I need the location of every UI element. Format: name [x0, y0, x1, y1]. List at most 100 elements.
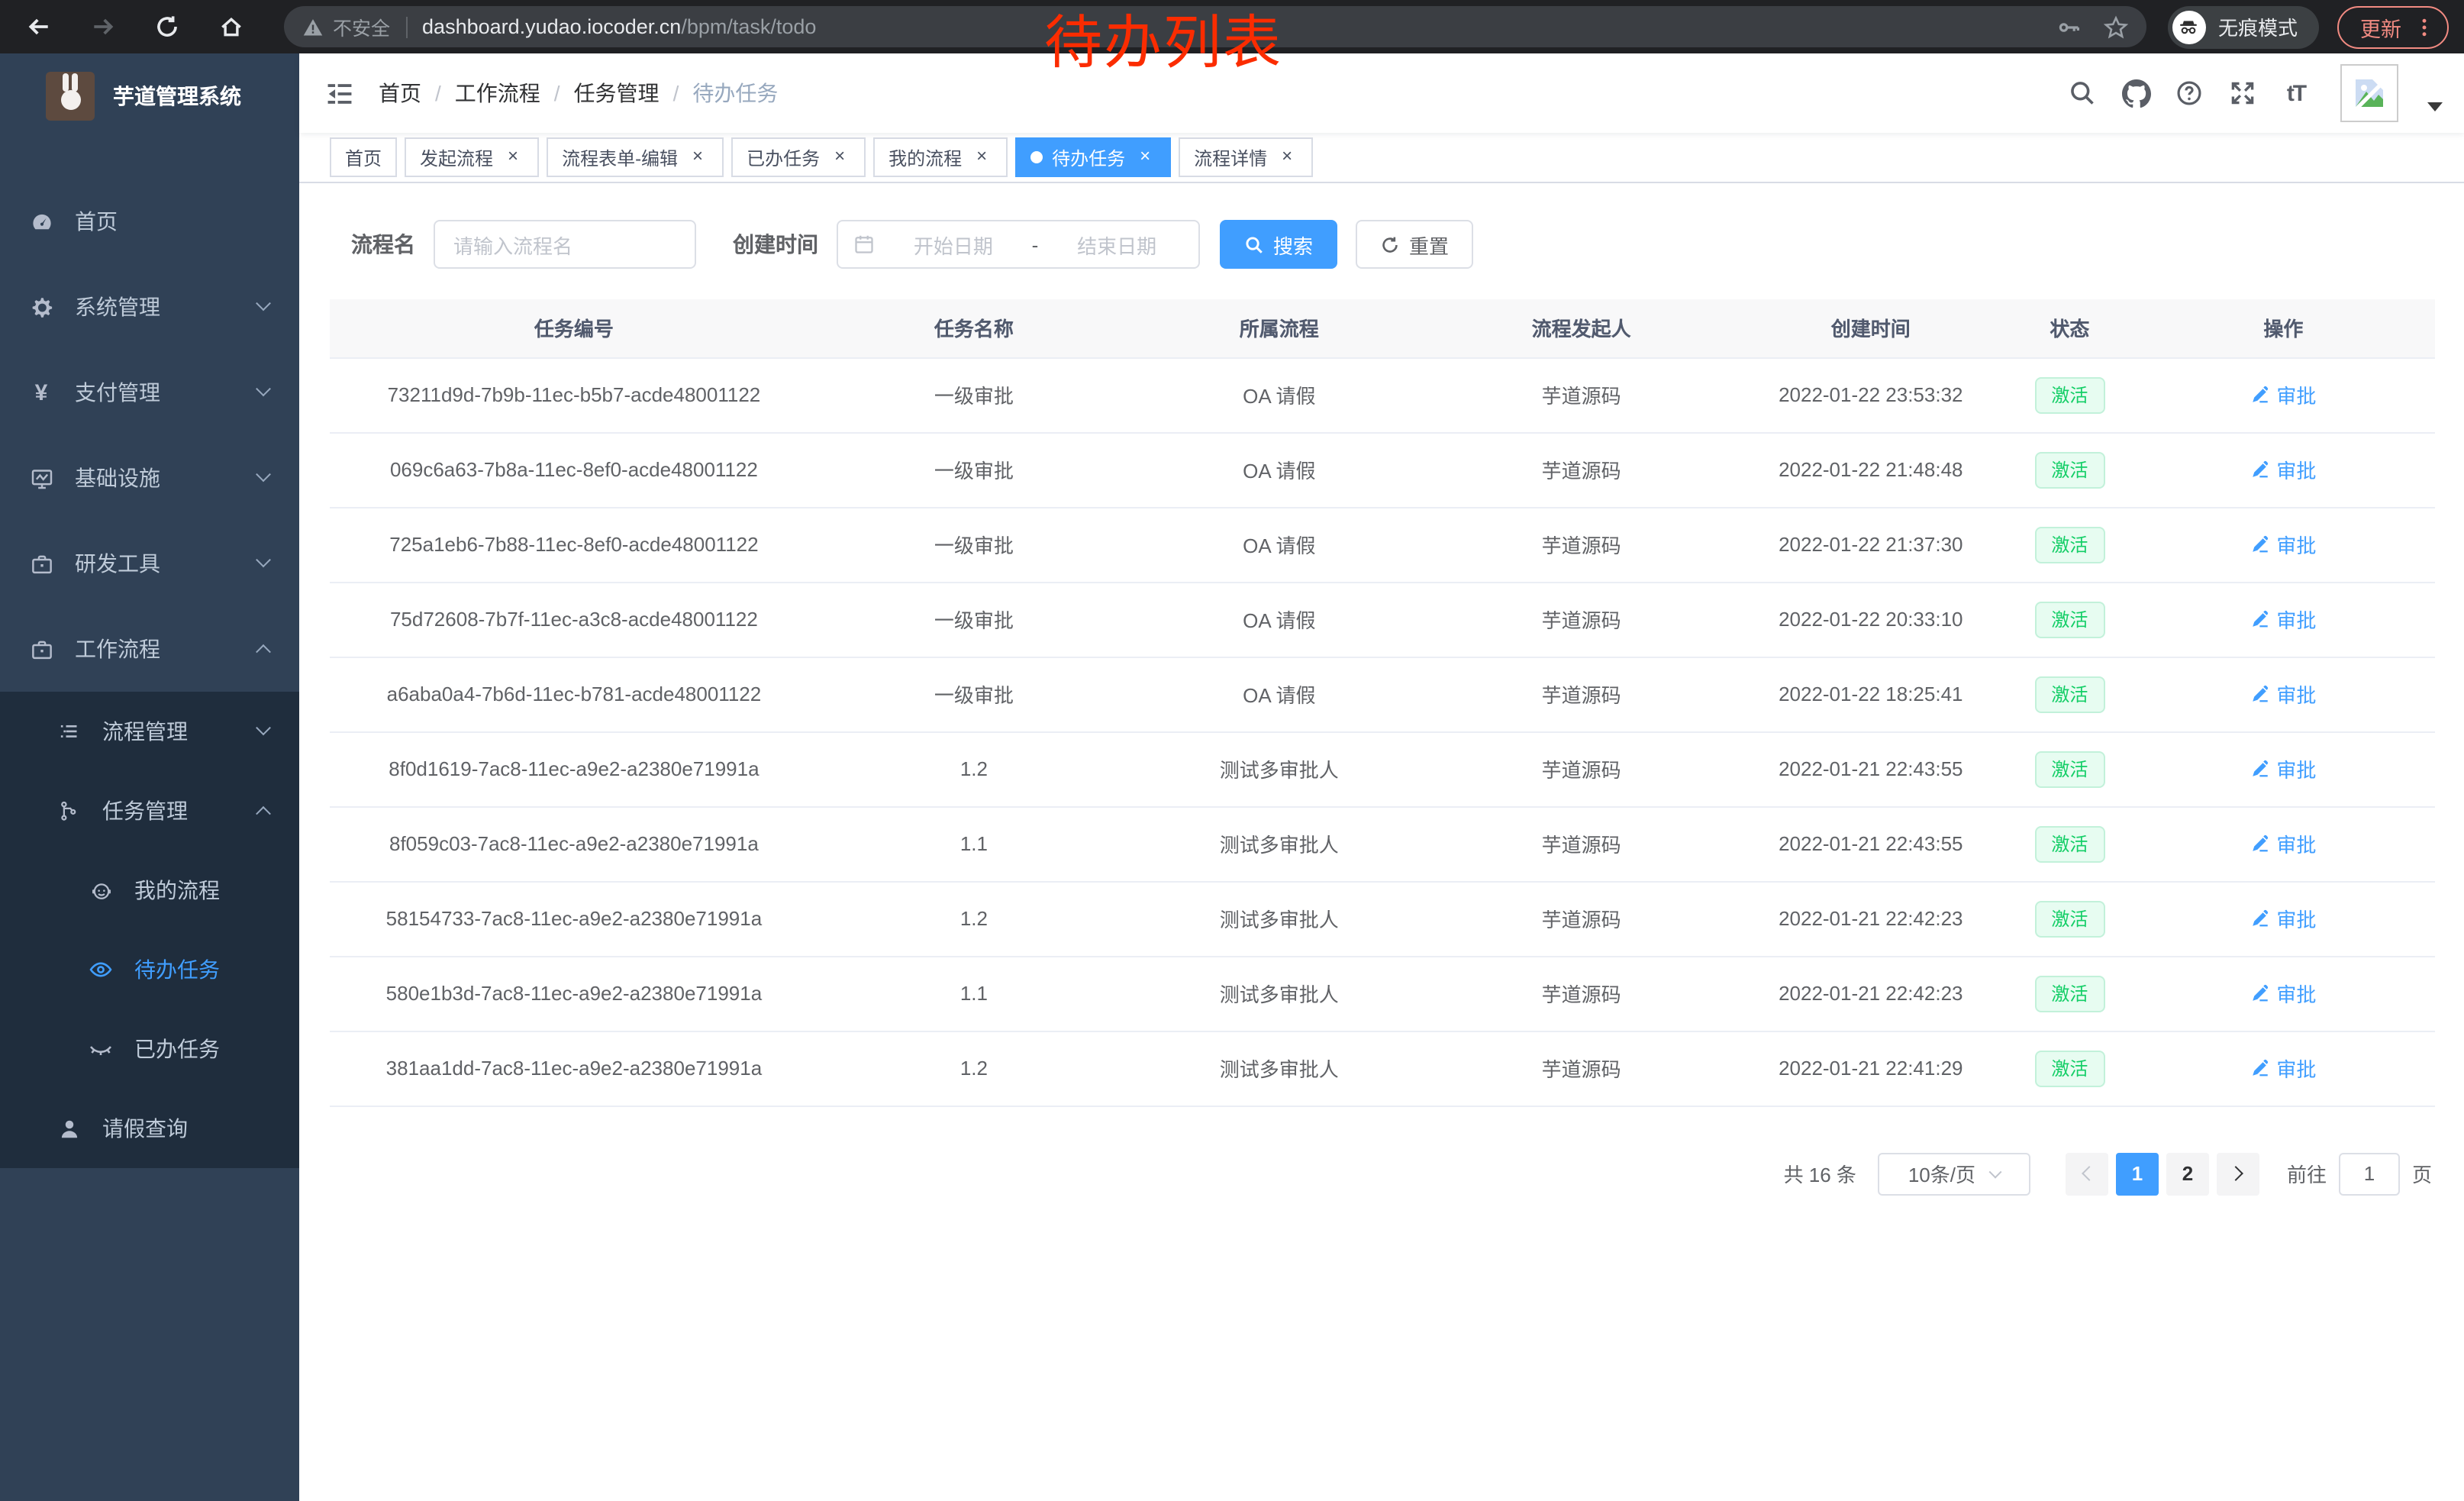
page-2-button[interactable]: 2	[2166, 1152, 2209, 1195]
active-tab-dot	[1030, 151, 1043, 163]
kebab-menu-icon[interactable]	[2414, 16, 2435, 37]
edit-pen-icon	[2250, 609, 2270, 629]
task-name-cell: 一级审批	[818, 507, 1130, 582]
sidebar-item-task-management[interactable]: 任务管理	[0, 771, 299, 851]
approve-button[interactable]: 审批	[2250, 530, 2316, 559]
sidebar-item-infrastructure[interactable]: 基础设施	[0, 435, 299, 521]
browser-update-button[interactable]: 更新	[2337, 5, 2449, 48]
tab-done-tasks[interactable]: 已办任务×	[731, 137, 866, 177]
close-icon[interactable]: ×	[829, 147, 850, 168]
breadcrumb-workflow[interactable]: 工作流程	[455, 78, 540, 108]
help-icon[interactable]	[2174, 78, 2204, 108]
edit-pen-icon	[2250, 759, 2270, 779]
sidebar-item-todo-tasks[interactable]: 待办任务	[0, 930, 299, 1009]
approve-button[interactable]: 审批	[2250, 1054, 2316, 1083]
toolbox-icon	[29, 551, 53, 576]
status-badge: 激活	[2034, 676, 2104, 712]
eye-open-icon	[89, 957, 113, 982]
bookmark-star-icon[interactable]	[2104, 15, 2128, 39]
approve-button[interactable]: 审批	[2250, 455, 2316, 484]
content-area: 流程名 请输入流程名 创建时间 开始日期 - 结束日期 搜索	[299, 183, 2464, 1501]
sidebar-item-home[interactable]: 首页	[0, 179, 299, 264]
tab-start-process[interactable]: 发起流程×	[405, 137, 539, 177]
close-icon[interactable]: ×	[1276, 147, 1298, 168]
task-id-cell: 8f059c03-7ac8-11ec-a9e2-a2380e71991a	[330, 806, 818, 881]
approve-button[interactable]: 审批	[2250, 754, 2316, 783]
sidebar-item-done-tasks[interactable]: 已办任务	[0, 1009, 299, 1089]
approve-button[interactable]: 审批	[2250, 904, 2316, 933]
fullscreen-icon[interactable]	[2227, 78, 2258, 108]
tab-todo-tasks[interactable]: 待办任务×	[1015, 137, 1171, 177]
approve-button[interactable]: 审批	[2250, 605, 2316, 634]
task-starter-cell: 芋道源码	[1429, 432, 1734, 507]
font-size-icon[interactable]: tT	[2281, 78, 2311, 108]
briefcase-icon	[29, 637, 53, 661]
approve-button[interactable]: 审批	[2250, 679, 2316, 709]
task-name-cell: 一级审批	[818, 582, 1130, 657]
divider	[405, 16, 407, 37]
edit-pen-icon	[2250, 1058, 2270, 1078]
update-label: 更新	[2360, 11, 2401, 42]
caret-down-icon[interactable]	[2427, 102, 2443, 111]
approve-button[interactable]: 审批	[2250, 979, 2316, 1008]
github-icon[interactable]	[2121, 78, 2151, 108]
reset-button[interactable]: 重置	[1356, 220, 1473, 269]
page-1-button[interactable]: 1	[2116, 1152, 2159, 1195]
edit-pen-icon	[2250, 834, 2270, 854]
prev-page-button[interactable]	[2066, 1152, 2108, 1195]
goto-page-input[interactable]: 1	[2339, 1152, 2400, 1195]
app-logo[interactable]: 芋道管理系统	[0, 53, 299, 139]
status-badge: 激活	[2034, 1050, 2104, 1086]
page-size-select[interactable]: 10条/页	[1878, 1152, 2030, 1195]
close-icon[interactable]: ×	[502, 147, 524, 168]
browser-back-button[interactable]	[15, 4, 61, 50]
task-process-cell: OA 请假	[1130, 507, 1429, 582]
breadcrumb-task-management[interactable]: 任务管理	[574, 78, 660, 108]
browser-forward-button[interactable]	[79, 4, 125, 50]
search-button[interactable]: 搜索	[1220, 220, 1337, 269]
dashboard-icon	[29, 209, 53, 234]
next-page-button[interactable]	[2217, 1152, 2259, 1195]
chevron-up-icon	[256, 644, 271, 659]
sidebar-item-system[interactable]: 系统管理	[0, 264, 299, 350]
tab-process-form-edit[interactable]: 流程表单-编辑×	[547, 137, 724, 177]
close-icon[interactable]: ×	[1134, 147, 1156, 168]
task-process-cell: 测试多审批人	[1130, 881, 1429, 956]
sidebar-item-process-management[interactable]: 流程管理	[0, 692, 299, 771]
sidebar-item-devtools[interactable]: 研发工具	[0, 521, 299, 606]
process-name-input[interactable]: 请输入流程名	[434, 220, 696, 269]
browser-reload-button[interactable]	[144, 4, 189, 50]
search-icon[interactable]	[2067, 78, 2098, 108]
tab-process-detail[interactable]: 流程详情×	[1179, 137, 1313, 177]
table-row: 580e1b3d-7ac8-11ec-a9e2-a2380e71991a 1.1…	[330, 956, 2435, 1031]
task-time-cell: 2022-01-21 22:42:23	[1734, 956, 2008, 1031]
password-key-icon[interactable]	[2058, 15, 2082, 39]
browser-home-button[interactable]	[208, 4, 253, 50]
task-process-cell: OA 请假	[1130, 657, 1429, 731]
close-icon[interactable]: ×	[971, 147, 992, 168]
sidebar-fold-icon[interactable]	[324, 78, 354, 108]
goto-label: 前往	[2287, 1159, 2327, 1188]
start-date-placeholder: 开始日期	[887, 230, 1020, 259]
security-warning[interactable]: 不安全	[302, 12, 390, 41]
date-range-input[interactable]: 开始日期 - 结束日期	[837, 220, 1200, 269]
screen: 待办列表 不安全 dashboard.yudao.iocoder.cn/bpm/…	[0, 0, 2464, 1501]
chevron-down-icon	[256, 551, 271, 567]
avatar[interactable]	[2340, 64, 2398, 122]
breadcrumb-home[interactable]: 首页	[379, 78, 421, 108]
close-icon[interactable]: ×	[687, 147, 708, 168]
sidebar-item-workflow[interactable]: 工作流程	[0, 606, 299, 692]
sidebar-item-my-process[interactable]: 我的流程	[0, 851, 299, 930]
tab-home[interactable]: 首页	[330, 137, 397, 177]
edit-pen-icon	[2250, 909, 2270, 928]
col-task-name: 任务名称	[818, 299, 1130, 357]
tab-my-process[interactable]: 我的流程×	[873, 137, 1008, 177]
status-badge: 激活	[2034, 750, 2104, 787]
breadcrumb-current: 待办任务	[692, 78, 778, 108]
approve-button[interactable]: 审批	[2250, 829, 2316, 858]
sidebar-item-leave-query[interactable]: 请假查询	[0, 1089, 299, 1168]
back-arrow-icon	[25, 14, 51, 40]
approve-button[interactable]: 审批	[2250, 380, 2316, 409]
task-starter-cell: 芋道源码	[1429, 357, 1734, 432]
sidebar-item-payment[interactable]: ¥ 支付管理	[0, 350, 299, 435]
